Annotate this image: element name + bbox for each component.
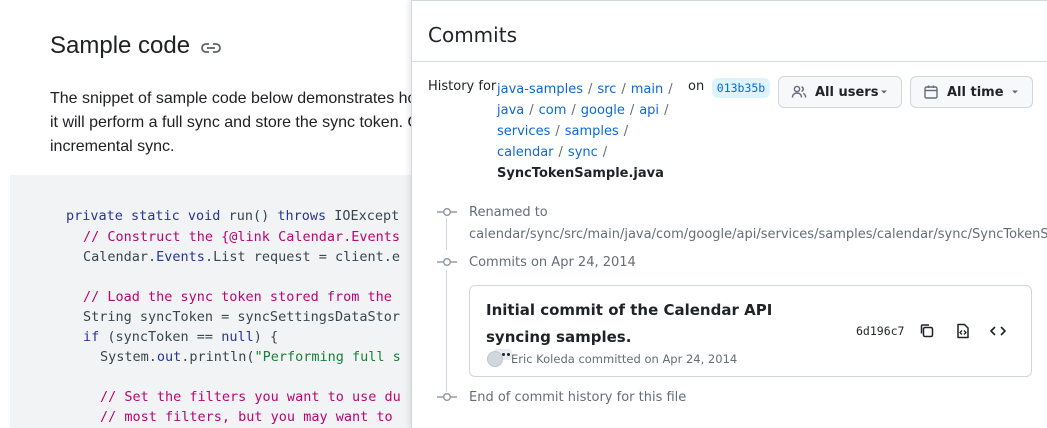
code-line: if (syncToken == null) { xyxy=(83,329,279,345)
breadcrumb-separator: / xyxy=(602,145,608,160)
section-title: Sample code xyxy=(50,32,191,59)
breadcrumb-link-google[interactable]: google xyxy=(581,103,625,118)
code-line: // Load the sync token stored from the xyxy=(83,289,392,305)
breadcrumb-separator: / xyxy=(555,124,560,139)
commit-title-line[interactable]: syncing samples. xyxy=(486,324,786,351)
breadcrumb-link-services[interactable]: services xyxy=(497,124,550,139)
code-line: private static void run() throws IOExcep… xyxy=(66,208,400,224)
link-icon[interactable] xyxy=(200,40,222,56)
code-line: System.out.println("Performing full s xyxy=(100,349,401,365)
breadcrumb-separator: / xyxy=(623,124,629,139)
people-icon xyxy=(791,85,807,98)
breadcrumb-separator: / xyxy=(664,103,669,118)
breadcrumb-link-java[interactable]: java xyxy=(497,103,524,118)
code-line: String syncToken = syncSettingsDataStor xyxy=(83,309,400,325)
paragraph-line: incremental sync. xyxy=(50,138,175,155)
all-users-dropdown[interactable]: All users xyxy=(778,76,902,108)
panel-title: Commits xyxy=(428,23,517,47)
renamed-label: Renamed to xyxy=(469,205,548,220)
panel-header: Commits xyxy=(412,0,1047,62)
breadcrumb-link-sync[interactable]: sync xyxy=(568,145,598,160)
breadcrumb-separator: / xyxy=(621,82,626,97)
breadcrumb-link-api[interactable]: api xyxy=(639,103,659,118)
code-line: // most filters, but you may want to xyxy=(100,409,393,425)
documentation-page: Sample code The snippet of sample code b… xyxy=(0,0,412,428)
end-of-history-label: End of commit history for this file xyxy=(469,390,687,405)
commit-sha-link[interactable]: 6d196c7 xyxy=(856,324,904,338)
caret-down-icon xyxy=(881,90,887,94)
breadcrumb-separator: / xyxy=(558,145,563,160)
caret-down-icon xyxy=(1012,90,1018,94)
breadcrumb-separator: / xyxy=(587,82,593,97)
paragraph-line: it will perform a full sync and store th… xyxy=(50,114,412,131)
timeline-line xyxy=(446,218,447,250)
code-line: // Construct the {@link Calendar.Events xyxy=(83,229,400,245)
committed-date: committed on Apr 24, 2014 xyxy=(578,352,738,366)
code-line: // Set the filters you want to use du xyxy=(100,389,401,405)
on-label: on xyxy=(688,79,705,94)
calendar-icon xyxy=(924,85,938,99)
breadcrumb-separator: / xyxy=(668,82,673,97)
breadcrumb-link-samples[interactable]: samples xyxy=(565,124,619,139)
avatar[interactable] xyxy=(487,351,503,367)
timeline-line xyxy=(446,270,447,392)
history-for-label: History for xyxy=(428,79,497,94)
breadcrumb-separator: / xyxy=(529,103,534,118)
all-users-label: All users xyxy=(815,84,879,100)
breadcrumb-link-main[interactable]: main xyxy=(631,82,663,97)
commit-author-line: Eric Koleda committed on Apr 24, 2014 xyxy=(511,352,737,366)
breadcrumb-separator: / xyxy=(571,103,576,118)
breadcrumb-file: SyncTokenSample.java xyxy=(497,166,664,181)
code-icon[interactable] xyxy=(988,321,1008,341)
breadcrumb-link-com[interactable]: com xyxy=(539,103,567,118)
intro-paragraph: The snippet of sample code below demonst… xyxy=(50,87,412,159)
renamed-path: calendar/sync/src/main/java/com/google/a… xyxy=(469,227,1047,242)
commit-node-icon xyxy=(437,258,457,266)
breadcrumb-link-src[interactable]: src xyxy=(597,82,616,97)
commit-node-icon xyxy=(437,393,457,401)
code-line: Calendar.Events.List request = client.e xyxy=(83,249,401,265)
breadcrumb-link-calendar[interactable]: calendar xyxy=(497,145,554,160)
breadcrumb: java-samples / src / main / java / com / google / a… xyxy=(497,79,687,184)
copy-icon[interactable] xyxy=(917,321,937,341)
all-time-dropdown[interactable]: All time xyxy=(910,76,1033,108)
commits-date-heading: Commits on Apr 24, 2014 xyxy=(469,255,636,270)
ref-sha-chip[interactable]: 013b35b xyxy=(712,78,770,98)
doc-content: Sample code The snippet of sample code b… xyxy=(10,0,412,428)
breadcrumb-separator: / xyxy=(629,103,635,118)
breadcrumb-link-java-samples[interactable]: java-samples xyxy=(497,82,583,97)
browse-files-icon[interactable] xyxy=(953,321,973,341)
commit-title-line[interactable]: Initial commit of the Calendar API xyxy=(486,297,786,324)
author-link[interactable]: Eric Koleda xyxy=(511,352,575,366)
commit-card: Initial commit of the Calendar API synci… xyxy=(469,285,1032,377)
code-sample: private static void run() throws IOExcep… xyxy=(10,175,412,428)
commits-panel: Commits History for java-samples / src / mai… xyxy=(411,0,1047,428)
all-time-label: All time xyxy=(947,84,1004,100)
commit-node-icon xyxy=(437,208,457,216)
paragraph-line: The snippet of sample code below demonst… xyxy=(50,90,412,107)
